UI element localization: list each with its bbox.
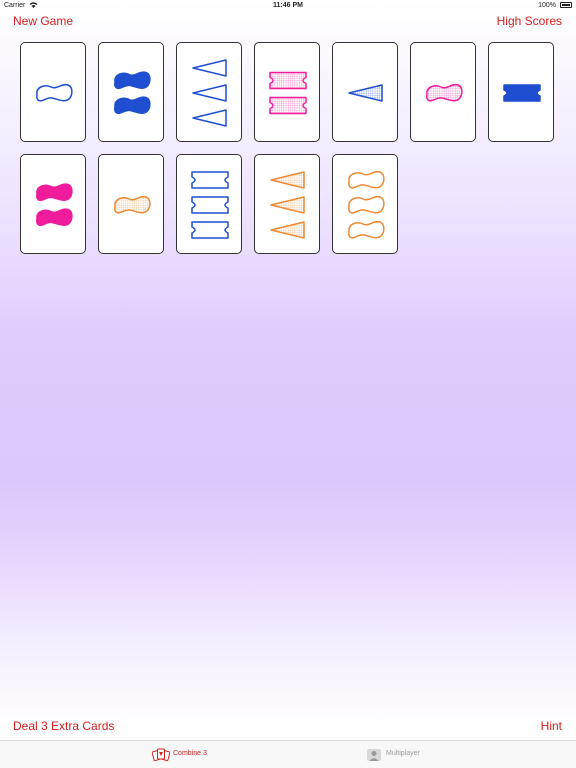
bowtie-shape (269, 71, 307, 90)
triangle-shape (348, 84, 383, 102)
squiggle-symbols (348, 170, 385, 239)
new-game-button[interactable]: New Game (13, 14, 73, 28)
set-card[interactable] (176, 154, 242, 254)
tab-label: Combine 3 (173, 750, 207, 757)
set-card[interactable] (20, 154, 86, 254)
deal-extra-cards-button[interactable]: Deal 3 Extra Cards (13, 719, 114, 733)
squiggle-symbols (426, 83, 463, 102)
set-card[interactable] (98, 42, 164, 142)
squiggle-shape (348, 195, 385, 214)
triangle-shape (192, 59, 227, 77)
status-time: 11:46 PM (273, 2, 303, 9)
set-card[interactable] (254, 42, 320, 142)
triangle-shape (192, 109, 227, 127)
triangle-shape (270, 171, 305, 189)
bowtie-symbols (269, 71, 307, 115)
bowtie-shape (191, 221, 229, 239)
triangle-symbols (348, 84, 383, 102)
tab-label: Multiplayer (386, 750, 420, 757)
person-icon (367, 749, 381, 761)
bowtie-shape (191, 196, 229, 214)
bowtie-symbols (191, 171, 229, 239)
set-card[interactable] (488, 42, 554, 142)
squiggle-shape (114, 195, 151, 214)
set-card[interactable] (20, 42, 86, 142)
squiggle-shape (36, 183, 73, 202)
set-card[interactable] (332, 42, 398, 142)
squiggle-symbols (36, 83, 73, 102)
set-card[interactable] (98, 154, 164, 254)
squiggle-symbols (114, 195, 151, 214)
triangle-symbols (192, 59, 227, 127)
bowtie-symbols (503, 84, 541, 102)
bowtie-shape (269, 96, 307, 115)
bowtie-shape (503, 84, 541, 102)
set-card[interactable] (410, 42, 476, 142)
squiggle-shape (114, 71, 151, 90)
squiggle-shape (348, 170, 385, 189)
battery-icon (560, 2, 572, 8)
high-scores-button[interactable]: High Scores (497, 14, 562, 28)
squiggle-symbols (114, 71, 151, 115)
status-bar: Carrier 11:46 PM 100% (0, 0, 576, 12)
hint-button[interactable]: Hint (541, 719, 562, 733)
combine-3-icon (152, 748, 170, 762)
triangle-symbols (270, 171, 305, 239)
set-card[interactable] (254, 154, 320, 254)
squiggle-symbols (36, 183, 73, 227)
triangle-shape (192, 84, 227, 102)
triangle-shape (270, 221, 305, 239)
triangle-shape (270, 196, 305, 214)
squiggle-shape (348, 220, 385, 239)
tab-bar: Combine 3 Multiplayer (0, 740, 576, 768)
squiggle-shape (426, 83, 463, 102)
set-card[interactable] (332, 154, 398, 254)
squiggle-shape (114, 96, 151, 115)
bowtie-shape (191, 171, 229, 189)
set-card[interactable] (176, 42, 242, 142)
squiggle-shape (36, 83, 73, 102)
squiggle-shape (36, 208, 73, 227)
battery-percent: 100% (538, 2, 556, 9)
